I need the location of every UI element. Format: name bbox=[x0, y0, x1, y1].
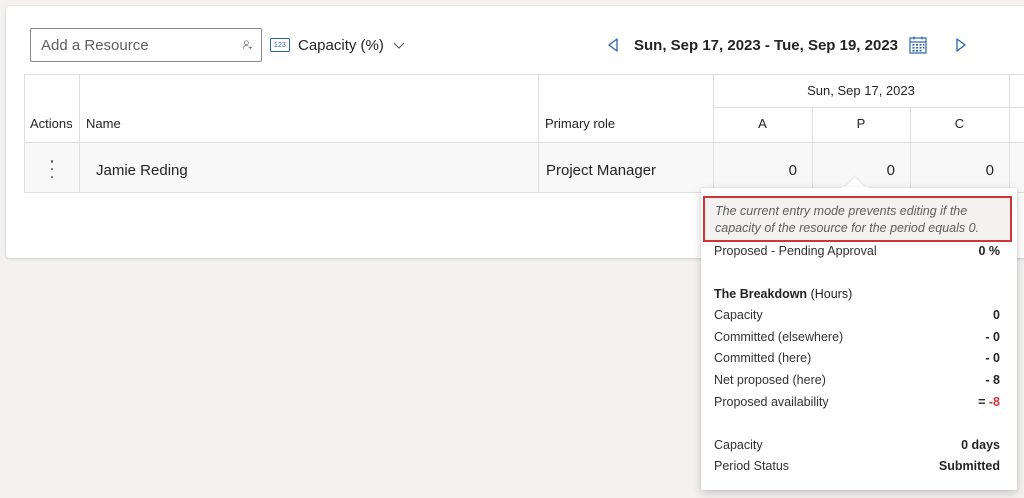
capacity-cell-p[interactable]: 0 bbox=[812, 162, 895, 179]
breakdown-label: Proposed availability bbox=[714, 395, 829, 409]
add-resource-input[interactable] bbox=[39, 35, 242, 55]
previous-period-button[interactable] bbox=[604, 36, 622, 54]
row-more-actions-button[interactable] bbox=[44, 160, 60, 178]
header-name[interactable]: Name bbox=[86, 116, 121, 131]
tooltip-beak-cover bbox=[842, 187, 868, 195]
breakdown-label: Net proposed (here) bbox=[714, 373, 826, 387]
period-status-row: Period Status Submitted bbox=[714, 459, 1000, 473]
breakdown-value: 0 bbox=[993, 308, 1000, 322]
date-navigation: Sun, Sep 17, 2023 - Tue, Sep 19, 2023 bbox=[604, 33, 970, 57]
grid-line bbox=[79, 74, 80, 192]
period-status-label: Period Status bbox=[714, 459, 790, 473]
add-resource-field[interactable] bbox=[30, 28, 262, 62]
chevron-down-icon bbox=[393, 42, 405, 49]
breakdown-label: Capacity bbox=[714, 308, 763, 322]
breakdown-value: - 0 bbox=[985, 351, 1000, 365]
capacity-days-row: Capacity 0 days bbox=[714, 438, 1000, 452]
breakdown-title: The Breakdown (Hours) bbox=[714, 287, 852, 301]
date-range-label: Sun, Sep 17, 2023 - Tue, Sep 19, 2023 bbox=[634, 36, 899, 54]
capacity-mode-dropdown[interactable]: 123 Capacity (%) bbox=[270, 33, 406, 57]
grid-line bbox=[24, 74, 25, 192]
grid-line bbox=[713, 107, 1024, 108]
capacity-mode-label: Capacity (%) bbox=[298, 36, 384, 54]
header-shift-a: A bbox=[758, 116, 767, 131]
capacity-days-label: Capacity bbox=[714, 438, 763, 452]
person-add-icon[interactable] bbox=[242, 35, 253, 55]
breakdown-title-text: The Breakdown bbox=[714, 287, 808, 301]
header-primary-role[interactable]: Primary role bbox=[545, 116, 615, 131]
caret-left-icon bbox=[608, 38, 618, 52]
grid-line bbox=[24, 142, 1024, 143]
period-status-value: Submitted bbox=[938, 459, 1000, 473]
header-actions: Actions bbox=[30, 116, 73, 131]
breakdown-row-net-proposed: Net proposed (here) - 8 bbox=[714, 373, 1000, 387]
grid-line bbox=[1009, 74, 1010, 192]
breakdown-row-capacity: Capacity 0 bbox=[714, 308, 1000, 322]
breakdown-prefix: = bbox=[978, 395, 989, 409]
breakdown-label: Committed (here) bbox=[714, 351, 812, 365]
calendar-icon[interactable] bbox=[908, 35, 928, 55]
proposed-row: Proposed - Pending Approval 0 % bbox=[714, 244, 1000, 258]
grid-line bbox=[538, 74, 539, 192]
resource-primary-role: Project Manager bbox=[546, 162, 657, 179]
caret-right-icon bbox=[956, 38, 966, 52]
resource-name[interactable]: Jamie Reding bbox=[96, 162, 188, 179]
proposed-label: Proposed - Pending Approval bbox=[714, 244, 877, 258]
breakdown-row-committed-elsewhere: Committed (elsewhere) - 0 bbox=[714, 330, 1000, 344]
capacity-days-value: 0 days bbox=[961, 438, 1000, 452]
breakdown-row-proposed-availability: Proposed availability = -8 bbox=[714, 395, 1000, 409]
breakdown-value: - 8 bbox=[985, 373, 1000, 387]
breakdown-value-group: = -8 bbox=[978, 395, 1000, 409]
header-shift-p: P bbox=[856, 116, 866, 131]
header-date-group: Sun, Sep 17, 2023 bbox=[807, 83, 915, 98]
capacity-cell-a[interactable]: 0 bbox=[713, 162, 797, 179]
number-format-icon: 123 bbox=[270, 38, 290, 52]
next-period-button[interactable] bbox=[952, 36, 970, 54]
grid-line bbox=[24, 74, 1024, 75]
breakdown-row-committed-here: Committed (here) - 0 bbox=[714, 351, 1000, 365]
resource-grid: Actions Name Primary role Sun, Sep 17, 2… bbox=[24, 74, 1024, 193]
breakdown-value-negative: -8 bbox=[988, 395, 1000, 409]
capacity-cell-c[interactable]: 0 bbox=[910, 162, 994, 179]
proposed-value: 0 % bbox=[978, 244, 1000, 258]
breakdown-label: Committed (elsewhere) bbox=[714, 330, 844, 344]
entry-mode-warning: The current entry mode prevents editing … bbox=[703, 196, 1012, 242]
breakdown-unit: (Hours) bbox=[810, 287, 853, 301]
header-shift-c: C bbox=[954, 116, 965, 131]
breakdown-value: - 0 bbox=[985, 330, 1000, 344]
